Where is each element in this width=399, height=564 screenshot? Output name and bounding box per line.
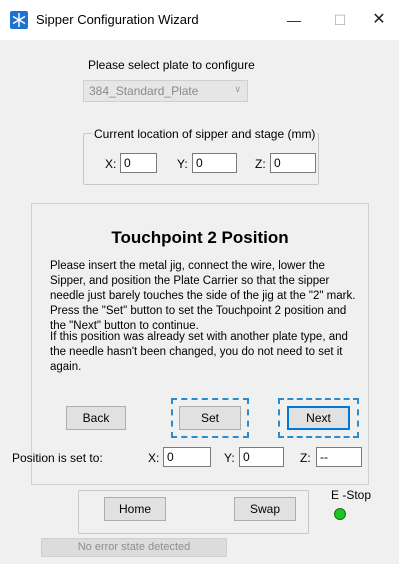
snowflake-icon <box>10 11 28 29</box>
current-x-label: X: <box>105 157 117 171</box>
position-set-label: Position is set to: <box>12 451 103 465</box>
position-z-field[interactable]: -- <box>316 447 362 467</box>
current-location-legend: Current location of sipper and stage (mm… <box>92 127 318 141</box>
position-z-label: Z: <box>300 451 311 465</box>
chevron-down-icon: ∨ <box>234 84 241 94</box>
close-button[interactable]: ✕ <box>365 8 393 32</box>
back-button[interactable]: Back <box>66 406 126 430</box>
position-x-field[interactable]: 0 <box>163 447 211 467</box>
plate-select-dropdown[interactable]: 384_Standard_Plate ∨ <box>83 80 248 102</box>
current-x-field[interactable]: 0 <box>120 153 157 173</box>
window-title: Sipper Configuration Wizard <box>36 12 199 27</box>
estop-label: E -Stop <box>331 488 372 502</box>
minimize-button[interactable]: — <box>280 8 308 32</box>
next-button[interactable]: Next <box>287 406 350 430</box>
home-button[interactable]: Home <box>104 497 166 521</box>
maximize-button[interactable]: ☐ <box>326 8 354 32</box>
current-y-label: Y: <box>177 157 188 171</box>
position-y-field[interactable]: 0 <box>239 447 284 467</box>
estop-indicator-icon <box>334 508 346 520</box>
plate-select-label: Please select plate to configure <box>88 58 255 72</box>
current-z-label: Z: <box>255 157 266 171</box>
status-message: No error state detected <box>41 538 227 557</box>
swap-button[interactable]: Swap <box>234 497 296 521</box>
touchpoint-title: Touchpoint 2 Position <box>111 228 289 247</box>
position-y-label: Y: <box>224 451 235 465</box>
current-y-field[interactable]: 0 <box>192 153 237 173</box>
position-x-label: X: <box>148 451 160 465</box>
plate-select-value: 384_Standard_Plate <box>89 84 199 98</box>
touchpoint-instructions: Please insert the metal jig, connect the… <box>50 260 356 332</box>
touchpoint-note: If this position was already set with an… <box>50 331 348 373</box>
current-z-field[interactable]: 0 <box>270 153 316 173</box>
set-button[interactable]: Set <box>179 406 241 430</box>
